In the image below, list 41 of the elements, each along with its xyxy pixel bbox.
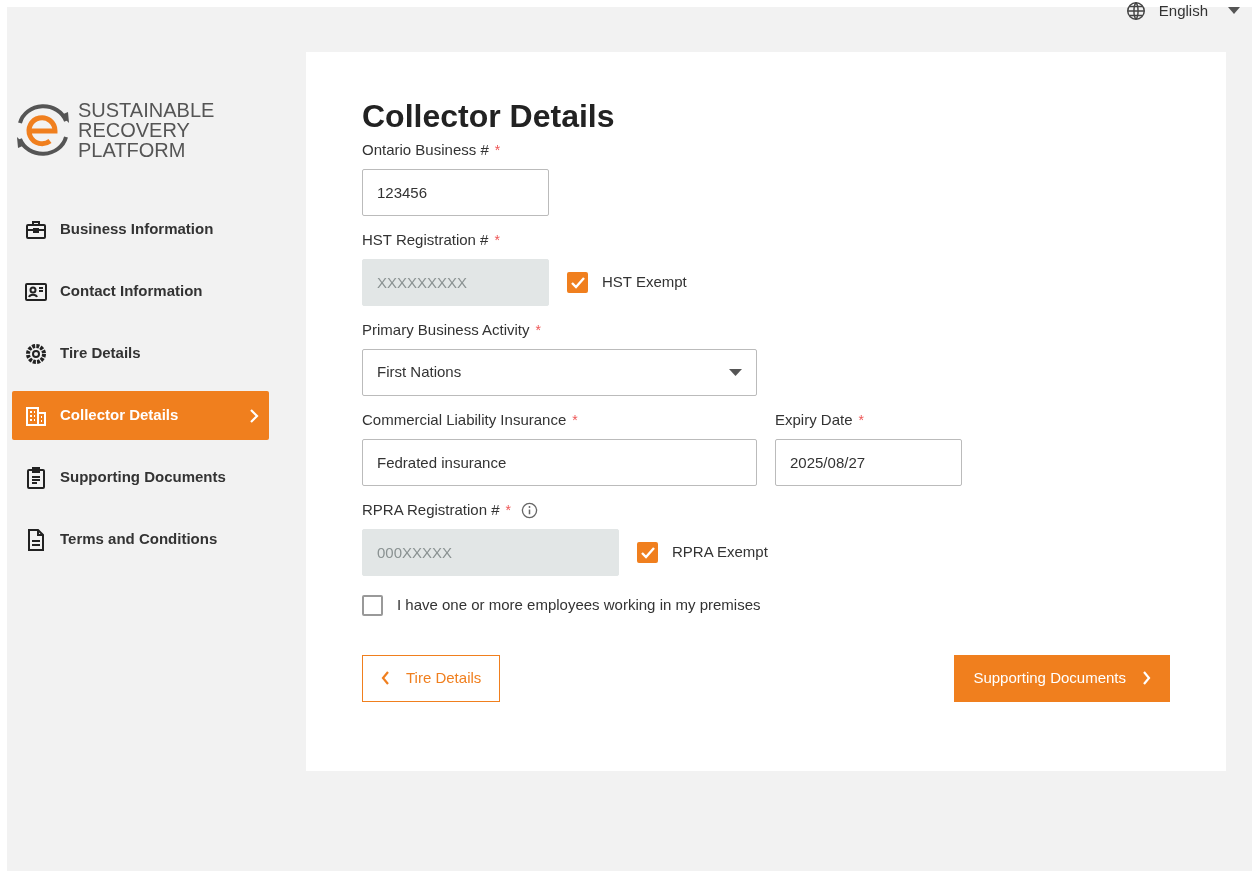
logo-text: SUSTAINABLE <box>78 100 215 120</box>
field-label: Ontario Business # <box>362 139 489 160</box>
checkbox[interactable] <box>637 542 658 563</box>
required-mark: * <box>505 500 512 520</box>
caret-icon <box>729 368 742 377</box>
sidebar-item[interactable]: Tire Details <box>12 329 269 378</box>
sidebar-item[interactable]: Business Information <box>12 205 269 254</box>
caret-icon <box>1228 7 1240 16</box>
page-title: Collector Details <box>362 97 616 136</box>
clipboard-icon <box>24 465 48 490</box>
logo-text: PLATFORM <box>78 140 187 160</box>
checkbox[interactable] <box>567 272 588 293</box>
dropdown[interactable]: First Nations <box>362 349 757 396</box>
sidebar-item[interactable]: Terms and Conditions <box>12 515 269 564</box>
required-mark: * <box>858 410 864 430</box>
chevron-left-icon <box>381 671 390 685</box>
checkbox[interactable] <box>362 594 383 616</box>
language-label: English <box>1158 1 1208 21</box>
input-field[interactable]: 2025/08/27 <box>775 439 962 486</box>
field-label: RPRA Registration # <box>362 499 500 520</box>
language-selector[interactable]: English <box>1124 0 1240 23</box>
checkbox-label: RPRA Exempt <box>672 542 768 563</box>
field-label: Primary Business Activity <box>362 319 530 340</box>
chevron-right-icon <box>1142 671 1151 685</box>
chevron-right-icon <box>249 408 259 423</box>
sidebar-item[interactable]: Supporting Documents <box>12 453 269 502</box>
input-field[interactable]: Fedrated insurance <box>362 439 757 486</box>
checkbox-label: I have one or more employees working in my premises <box>397 595 761 615</box>
input-field[interactable]: 123456 <box>362 169 549 216</box>
required-mark: * <box>535 320 541 340</box>
field-label: Commercial Liability Insurance <box>362 409 567 430</box>
checkbox-label: HST Exempt <box>602 272 687 293</box>
field-label: HST Registration # <box>362 229 489 250</box>
gear-icon <box>24 341 48 366</box>
required-mark: * <box>572 410 578 430</box>
field-label: Expiry Date <box>775 409 853 430</box>
required-mark: * <box>494 230 500 250</box>
sidebar-item[interactable]: Contact Information <box>12 267 269 316</box>
logo-text: RECOVERY <box>78 120 191 140</box>
required-mark: * <box>494 140 501 160</box>
globe-icon <box>1124 0 1147 23</box>
